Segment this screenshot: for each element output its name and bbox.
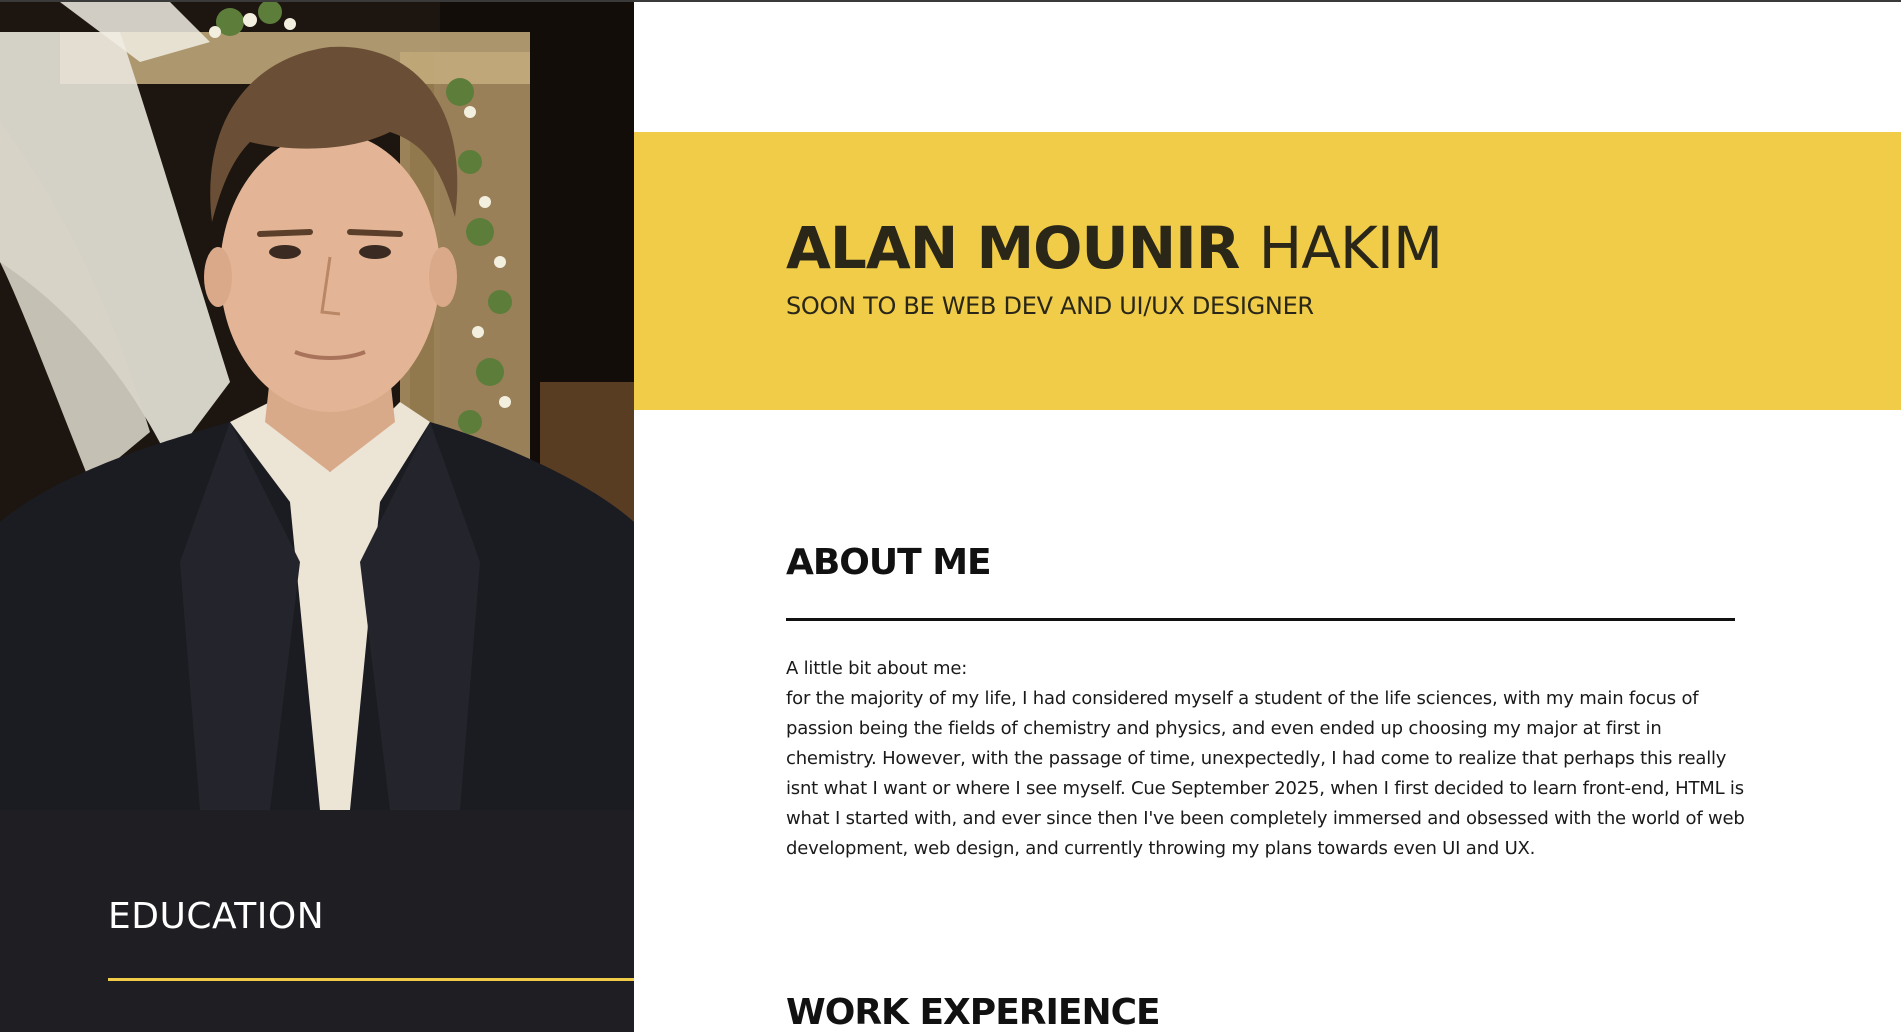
education-heading: EDUCATION — [108, 896, 325, 937]
profile-photo — [0, 2, 634, 810]
work-experience-heading: WORK EXPERIENCE — [786, 992, 1161, 1032]
resume-page: EDUCATION ALAN MOUNIR HAKIM SOON TO BE W… — [0, 0, 1901, 1032]
education-section: EDUCATION — [0, 810, 634, 1032]
header-banner: ALAN MOUNIR HAKIM SOON TO BE WEB DEV AND… — [634, 132, 1901, 410]
profile-name: ALAN MOUNIR HAKIM — [786, 214, 1443, 282]
profile-tagline: SOON TO BE WEB DEV AND UI/UX DESIGNER — [786, 292, 1314, 320]
left-sidebar: EDUCATION — [0, 2, 634, 1032]
about-divider — [786, 618, 1735, 621]
about-heading: ABOUT ME — [786, 542, 992, 583]
last-name: HAKIM — [1258, 214, 1443, 282]
about-body: for the majority of my life, I had consi… — [786, 688, 1745, 859]
education-divider — [108, 978, 634, 981]
about-text: A little bit about me: for the majority … — [786, 654, 1746, 864]
main-content: ALAN MOUNIR HAKIM SOON TO BE WEB DEV AND… — [634, 2, 1901, 1032]
about-intro: A little bit about me: — [786, 658, 968, 679]
first-name: ALAN MOUNIR — [786, 214, 1240, 282]
